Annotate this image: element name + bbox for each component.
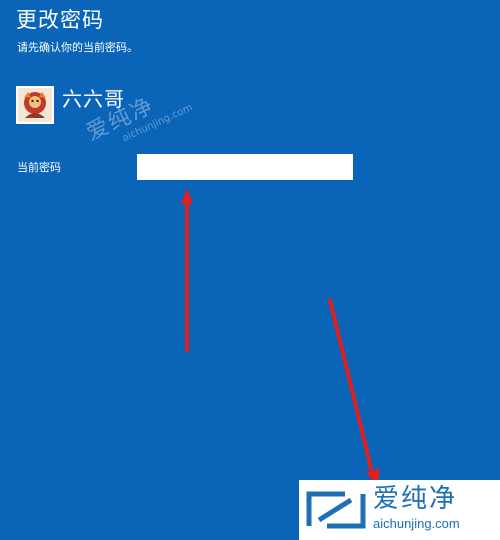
avatar-image [18,88,52,122]
user-avatar [16,86,54,124]
site-logo-icon [306,491,366,529]
arrow-annotation [328,298,380,487]
annotation-arrows [181,188,380,487]
current-password-label: 当前密码 [17,161,61,174]
dialog-title: 更改密码 [16,8,104,32]
current-password-input[interactable] [137,154,353,180]
account-username: 六六哥 [62,87,125,111]
brand-name: 爱纯净 [373,484,458,514]
watermark-url: aichunjing.com [120,102,195,145]
brand-url: aichunjing.com [373,516,460,531]
dialog-subtitle: 请先确认你的当前密码。 [17,41,138,54]
site-brand: 爱纯净 aichunjing.com [299,480,500,540]
arrow-annotation [181,188,193,352]
